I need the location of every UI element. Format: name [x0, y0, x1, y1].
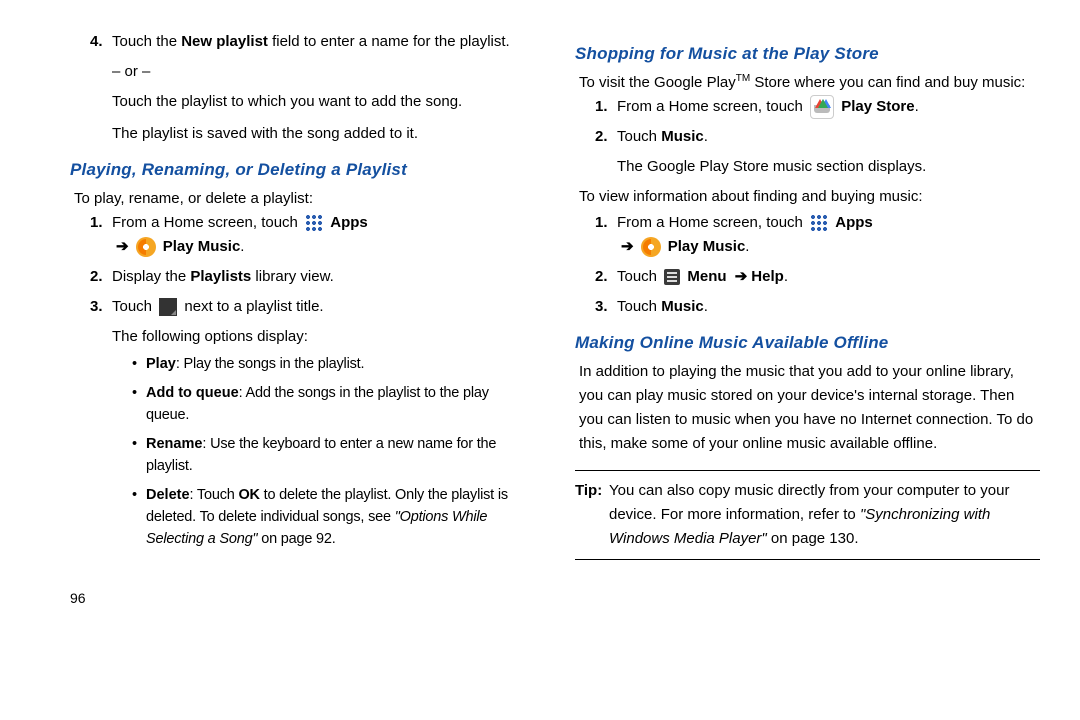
step4-alt: Touch the playlist to which you want to …	[112, 90, 535, 114]
sstep-2: 2. Touch Music. The Google Play Store mu…	[595, 125, 1040, 179]
istep-2: 2. Touch Menu ➔Help.	[595, 265, 1040, 289]
istep-1: 1. From a Home screen, touch Apps ➔ Play…	[595, 211, 1040, 259]
sstep-1: 1. From a Home screen, touch Play Store.	[595, 95, 1040, 119]
arrow-icon: ➔	[731, 268, 752, 285]
play-store-icon	[810, 95, 834, 119]
opt-delete: Delete: Touch OK to delete the playlist.…	[132, 484, 535, 551]
step-4: 4. Touch the New playlist field to enter…	[90, 30, 535, 146]
step-body: Touch the New playlist field to enter a …	[112, 30, 535, 146]
subheading-shopping: Shopping for Music at the Play Store	[575, 40, 1040, 67]
play-music-icon	[641, 237, 661, 257]
pstep-2: 2. Display the Playlists library view.	[90, 265, 535, 289]
tm-mark: TM	[736, 73, 750, 84]
offline-para: In addition to playing the music that yo…	[579, 360, 1040, 456]
tip-label: Tip:	[575, 479, 609, 551]
pstep-3: 3. Touch next to a playlist title. The f…	[90, 295, 535, 557]
shop-intro: To visit the Google PlayTM Store where y…	[579, 71, 1040, 95]
playlist-steps: 1. From a Home screen, touch Apps ➔ Play…	[70, 211, 535, 557]
intro-text: To play, rename, or delete a playlist:	[74, 187, 535, 211]
page-number: 96	[70, 587, 535, 609]
tip-body: You can also copy music directly from yo…	[609, 479, 1040, 551]
info-intro: To view information about finding and bu…	[579, 185, 1040, 209]
apps-icon	[305, 214, 323, 232]
subheading-offline: Making Online Music Available Offline	[575, 329, 1040, 356]
opt-play: Play: Play the songs in the playlist.	[132, 353, 535, 375]
step-number: 4.	[90, 30, 112, 146]
options-list: Play: Play the songs in the playlist. Ad…	[112, 353, 535, 551]
overflow-icon	[159, 298, 177, 316]
opt-add: Add to queue: Add the songs in the playl…	[132, 382, 535, 427]
arrow-icon: ➔	[617, 238, 638, 255]
manual-page: 4. Touch the New playlist field to enter…	[0, 0, 1080, 619]
subheading-playing: Playing, Renaming, or Deleting a Playlis…	[70, 156, 535, 183]
apps-icon	[810, 214, 828, 232]
shop-steps: 1. From a Home screen, touch Play Store.…	[575, 95, 1040, 179]
continued-steps: 4. Touch the New playlist field to enter…	[70, 30, 535, 146]
menu-icon	[664, 269, 680, 285]
istep-3: 3. Touch Music.	[595, 295, 1040, 319]
left-column: 4. Touch the New playlist field to enter…	[70, 30, 535, 609]
pstep-1: 1. From a Home screen, touch Apps ➔ Play…	[90, 211, 535, 259]
tip-box: Tip: You can also copy music directly fr…	[575, 470, 1040, 560]
right-column: Shopping for Music at the Play Store To …	[575, 30, 1040, 609]
opt-rename: Rename: Use the keyboard to enter a new …	[132, 433, 535, 478]
arrow-icon: ➔	[112, 238, 133, 255]
step4-result: The playlist is saved with the song adde…	[112, 122, 535, 146]
play-music-icon	[136, 237, 156, 257]
or-text: – or –	[112, 60, 535, 84]
info-steps: 1. From a Home screen, touch Apps ➔ Play…	[575, 211, 1040, 319]
